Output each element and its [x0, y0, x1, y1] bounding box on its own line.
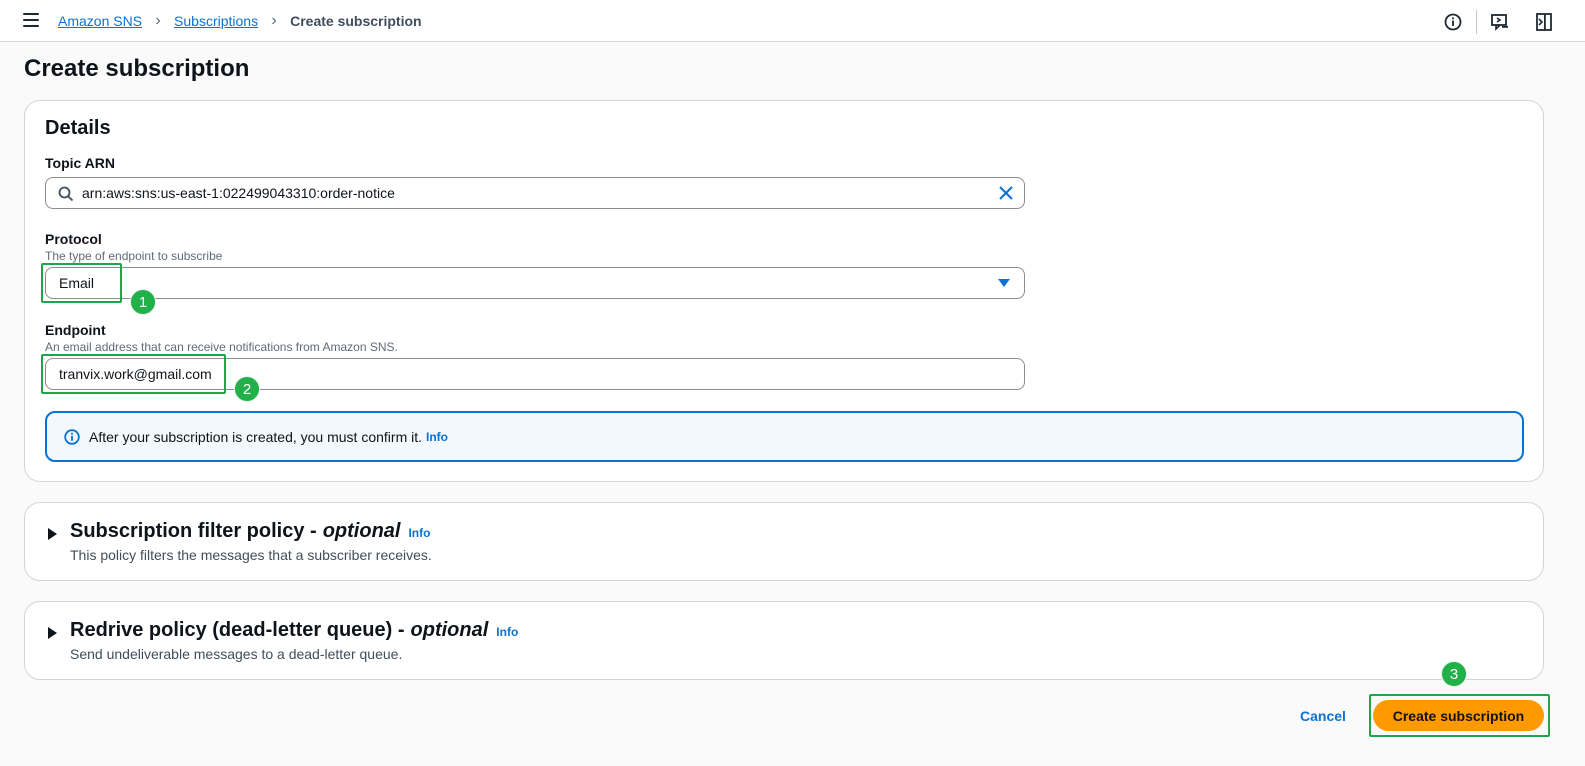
page-title: Create subscription — [24, 55, 250, 82]
caret-down-icon — [998, 279, 1010, 287]
endpoint-value: tranvix.work@gmail.com — [59, 366, 212, 382]
chevron-right-icon: › — [271, 12, 277, 29]
breadcrumb: Amazon SNS › Subscriptions › Create subs… — [58, 12, 422, 30]
subscription-filter-policy-panel: Subscription filter policy - optional In… — [24, 502, 1544, 581]
alert-info-link[interactable]: Info — [426, 430, 448, 444]
redrive-policy-description: Send undeliverable messages to a dead-le… — [70, 646, 403, 662]
redrive-policy-optional: optional — [410, 619, 489, 641]
feedback-icon[interactable] — [1489, 11, 1511, 33]
filter-policy-header[interactable]: Subscription filter policy - optional In… — [70, 520, 430, 543]
protocol-description: The type of endpoint to subscribe — [45, 249, 223, 263]
annotation-badge-2: 2 — [234, 376, 260, 402]
breadcrumb-subscriptions[interactable]: Subscriptions — [174, 13, 258, 29]
clear-close-icon[interactable] — [998, 185, 1014, 201]
caret-right-icon[interactable] — [48, 528, 57, 540]
search-icon — [58, 186, 74, 202]
annotation-badge-3: 3 — [1441, 661, 1467, 687]
create-subscription-button[interactable]: Create subscription — [1373, 700, 1544, 731]
info-circle-icon[interactable] — [1442, 11, 1464, 33]
breadcrumb-current: Create subscription — [290, 13, 422, 29]
top-right-tools — [1442, 10, 1555, 34]
info-circle-icon — [64, 428, 80, 445]
topic-arn-value: arn:aws:sns:us-east-1:022499043310:order… — [82, 185, 395, 201]
chevron-right-icon: › — [155, 12, 161, 29]
details-panel: Details Topic ARN arn:aws:sns:us-east-1:… — [24, 100, 1544, 482]
confirm-info-alert: After your subscription is created, you … — [45, 411, 1524, 462]
protocol-selected-value: Email — [59, 275, 95, 291]
endpoint-label: Endpoint — [45, 322, 106, 338]
protocol-label: Protocol — [45, 231, 102, 247]
topic-arn-input[interactable]: arn:aws:sns:us-east-1:022499043310:order… — [45, 177, 1025, 209]
side-panel-icon[interactable] — [1533, 11, 1555, 33]
endpoint-description: An email address that can receive notifi… — [45, 340, 398, 354]
filter-policy-title: Subscription filter policy - — [70, 520, 317, 542]
topic-arn-label: Topic ARN — [45, 155, 115, 171]
caret-right-icon[interactable] — [48, 627, 57, 639]
protocol-select[interactable]: Email — [45, 267, 1025, 299]
filter-policy-optional: optional — [322, 520, 401, 542]
redrive-policy-info-link[interactable]: Info — [496, 625, 518, 639]
details-heading: Details — [45, 117, 111, 139]
redrive-policy-title: Redrive policy (dead-letter queue) - — [70, 619, 405, 641]
breadcrumb-amazon-sns[interactable]: Amazon SNS — [58, 13, 142, 29]
toolbar-divider — [1476, 10, 1477, 34]
redrive-policy-header[interactable]: Redrive policy (dead-letter queue) - opt… — [70, 619, 518, 642]
alert-text: After your subscription is created, you … — [89, 428, 423, 445]
annotation-badge-1: 1 — [130, 289, 156, 315]
hamburger-menu-icon[interactable] — [23, 13, 39, 27]
filter-policy-info-link[interactable]: Info — [408, 526, 430, 540]
endpoint-input[interactable]: tranvix.work@gmail.com — [45, 358, 1025, 390]
cancel-button[interactable]: Cancel — [1300, 708, 1346, 724]
top-navigation-bar: Amazon SNS › Subscriptions › Create subs… — [0, 0, 1585, 42]
filter-policy-description: This policy filters the messages that a … — [70, 547, 432, 563]
redrive-policy-panel: Redrive policy (dead-letter queue) - opt… — [24, 601, 1544, 680]
